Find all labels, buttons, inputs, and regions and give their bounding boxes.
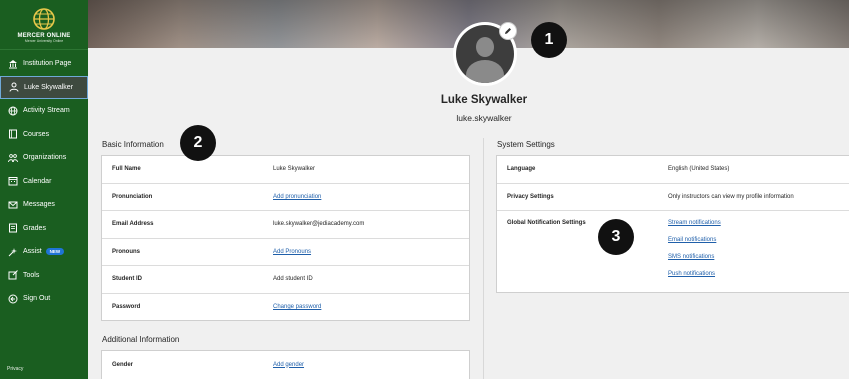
assist-icon: [7, 246, 18, 257]
basic-info-row-full-name: Full Name Luke Skywalker: [102, 156, 469, 184]
sidebar-item-messages[interactable]: Messages: [0, 193, 88, 217]
add-pronouns-link[interactable]: Add Pronouns: [273, 249, 311, 255]
pencil-icon: [505, 28, 511, 34]
notification-links: Stream notifications Email notifications…: [668, 220, 721, 277]
institution-icon: [7, 58, 18, 69]
sidebar-item-label: Institution Page: [23, 60, 72, 68]
sidebar-item-activity-stream[interactable]: Activity Stream: [0, 99, 88, 123]
sidebar-item-courses[interactable]: Courses: [0, 123, 88, 147]
push-notifications-link[interactable]: Push notifications: [668, 271, 721, 277]
field-label: Global Notification Settings: [507, 220, 586, 226]
additional-info-row-gender: Gender Add gender: [102, 351, 469, 378]
basic-info-row-password: Password Change password: [102, 294, 469, 322]
logo-subtitle: Mercer University Online: [24, 38, 64, 43]
sidebar-item-tools[interactable]: Tools: [0, 264, 88, 288]
sidebar-item-label: Luke Skywalker: [24, 83, 74, 91]
field-label: Student ID: [112, 276, 142, 283]
system-row-privacy: Privacy Settings Only instructors can vi…: [497, 184, 849, 211]
profile-name: Luke Skywalker: [440, 94, 528, 106]
user-icon: [8, 82, 19, 93]
field-value: Luke Skywalker: [273, 166, 316, 173]
sidebar-item-sign-out[interactable]: Sign Out: [0, 287, 88, 311]
system-row-notifications: Global Notification Settings Stream noti…: [497, 211, 849, 292]
field-value: English (United States): [668, 166, 730, 173]
field-label: Full Name: [112, 166, 141, 173]
sidebar-item-label: Organizations: [23, 154, 67, 162]
profile-username: luke.skywalker: [456, 113, 512, 123]
callout-marker-2: 2: [180, 125, 216, 161]
field-label: Pronunciation: [112, 193, 153, 200]
system-settings-title: System Settings: [497, 140, 555, 149]
sidebar-item-profile[interactable]: Luke Skywalker: [0, 75, 88, 99]
system-row-language: Language English (United States): [497, 156, 849, 184]
field-value: luke.skywalker@jediacademy.com: [273, 221, 365, 228]
email-notifications-link[interactable]: Email notifications: [668, 237, 721, 243]
globe-icon: [7, 105, 18, 116]
new-badge: NEW: [45, 248, 65, 256]
sidebar-item-grades[interactable]: Grades: [0, 217, 88, 241]
field-label: Password: [112, 304, 141, 311]
field-label: Pronouns: [112, 248, 140, 255]
sidebar-item-calendar[interactable]: Calendar: [0, 170, 88, 194]
callout-marker-3: 3: [598, 219, 634, 255]
system-settings-card: Language English (United States) Privacy…: [496, 155, 849, 293]
tools-icon: [7, 270, 18, 281]
basic-info-row-pronouns: Pronouns Add Pronouns: [102, 239, 469, 266]
field-label: Privacy Settings: [507, 193, 554, 200]
change-password-link[interactable]: Change password: [273, 304, 321, 310]
sidebar-item-label: Sign Out: [23, 295, 51, 303]
sidebar-item-label: Tools: [23, 271, 40, 279]
sms-notifications-link[interactable]: SMS notifications: [668, 254, 721, 260]
edit-avatar-button[interactable]: [499, 22, 517, 40]
nav-list: Institution Page Luke Skywalker Activity…: [0, 52, 88, 311]
sidebar: MERCER ONLINE Mercer University Online I…: [0, 0, 88, 379]
grades-icon: [7, 223, 18, 234]
calendar-icon: [7, 176, 18, 187]
book-icon: [7, 129, 18, 140]
basic-information-card: Full Name Luke Skywalker Pronunciation A…: [101, 155, 470, 321]
field-value: Add student ID: [273, 276, 313, 283]
people-icon: [7, 152, 18, 163]
field-label: Language: [507, 166, 536, 173]
sidebar-item-label: Grades: [23, 224, 46, 232]
sidebar-item-institution-page[interactable]: Institution Page: [0, 52, 88, 76]
additional-information-card: Gender Add gender: [101, 350, 470, 379]
add-gender-link[interactable]: Add gender: [273, 362, 304, 368]
column-divider: [483, 138, 484, 379]
privacy-link[interactable]: Privacy: [7, 366, 23, 372]
basic-info-row-student-id: Student ID Add student ID: [102, 266, 469, 294]
sidebar-item-assist[interactable]: Assist NEW: [0, 240, 88, 264]
basic-info-row-email: Email Address luke.skywalker@jediacademy…: [102, 211, 469, 239]
add-pronunciation-link[interactable]: Add pronunciation: [273, 194, 321, 200]
globe-logo-icon: [33, 7, 55, 30]
sidebar-item-label: Assist: [23, 248, 42, 256]
app-window: MERCER ONLINE Mercer University Online I…: [0, 0, 849, 379]
additional-information-title: Additional Information: [102, 335, 180, 344]
field-value: Only instructors can view my profile inf…: [668, 193, 794, 200]
field-label: Gender: [112, 361, 134, 368]
basic-info-row-pronunciation: Pronunciation Add pronunciation: [102, 184, 469, 211]
basic-information-title: Basic Information: [102, 140, 164, 149]
sidebar-item-label: Messages: [23, 201, 55, 209]
sidebar-item-organizations[interactable]: Organizations: [0, 146, 88, 170]
sidebar-item-label: Activity Stream: [23, 107, 70, 115]
envelope-icon: [7, 199, 18, 210]
sidebar-item-label: Courses: [23, 130, 50, 138]
signout-icon: [7, 293, 18, 304]
field-label: Email Address: [112, 221, 154, 228]
stream-notifications-link[interactable]: Stream notifications: [668, 220, 721, 226]
logo[interactable]: MERCER ONLINE Mercer University Online: [0, 0, 88, 50]
sidebar-item-label: Calendar: [23, 177, 52, 185]
callout-marker-1: 1: [531, 22, 567, 58]
